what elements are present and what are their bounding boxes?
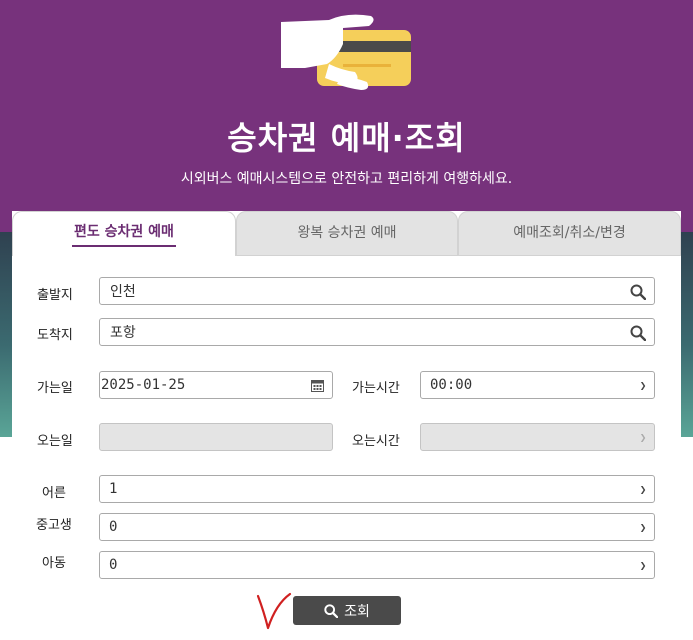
adult-count-value: 1 bbox=[109, 481, 118, 497]
departure-field[interactable] bbox=[99, 277, 655, 305]
tab-one-way[interactable]: 편도 승차권 예매 bbox=[12, 211, 236, 256]
page-title: 승차권 예매·조회 bbox=[227, 119, 466, 157]
tab-round-trip-label: 왕복 승차권 예매 bbox=[297, 224, 397, 241]
departure-label: 출발지 bbox=[37, 288, 73, 303]
child-count-value: 0 bbox=[109, 557, 118, 573]
teen-count-value: 0 bbox=[109, 519, 118, 535]
go-date-value: 2025-01-25 bbox=[101, 377, 186, 393]
tab-lookup-label: 예매조회/취소/변경 bbox=[513, 224, 626, 241]
return-date-field bbox=[99, 423, 333, 451]
return-date-label: 오는일 bbox=[37, 434, 73, 449]
go-time-value: 00:00 bbox=[430, 377, 473, 393]
arrival-field[interactable] bbox=[99, 318, 655, 346]
return-time-select: ❯ bbox=[420, 423, 655, 451]
go-date-label: 가는일 bbox=[37, 381, 73, 396]
search-icon[interactable] bbox=[630, 284, 646, 300]
booking-tabs: 편도 승차권 예매 왕복 승차권 예매 예매조회/취소/변경 bbox=[12, 211, 681, 256]
arrival-label: 도착지 bbox=[37, 328, 73, 343]
chevron-down-icon[interactable]: ❯ bbox=[632, 372, 654, 398]
chevron-down-icon[interactable]: ❯ bbox=[632, 514, 654, 540]
departure-input[interactable] bbox=[100, 278, 654, 304]
search-icon[interactable] bbox=[630, 325, 646, 341]
return-time-label: 오는시간 bbox=[352, 434, 400, 449]
red-check-annotation bbox=[256, 592, 292, 630]
go-date-field[interactable]: 2025-01-25 bbox=[99, 371, 333, 399]
tab-lookup-cancel-change[interactable]: 예매조회/취소/변경 bbox=[458, 211, 681, 256]
adult-count-select[interactable]: 1 ❯ bbox=[99, 475, 655, 503]
teen-count-select[interactable]: 0 ❯ bbox=[99, 513, 655, 541]
hand-card-icon bbox=[281, 14, 411, 90]
search-icon bbox=[324, 603, 339, 618]
arrival-input[interactable] bbox=[100, 319, 654, 345]
tab-round-trip[interactable]: 왕복 승차권 예매 bbox=[236, 211, 458, 256]
chevron-down-icon[interactable]: ❯ bbox=[632, 552, 654, 578]
search-button[interactable]: 조회 bbox=[293, 596, 401, 625]
go-time-label: 가는시간 bbox=[352, 381, 400, 396]
page-subtitle: 시외버스 예매시스템으로 안전하고 편리하게 여행하세요. bbox=[180, 171, 513, 187]
search-button-label: 조회 bbox=[344, 603, 370, 620]
child-label: 아동 bbox=[42, 556, 66, 571]
child-count-select[interactable]: 0 ❯ bbox=[99, 551, 655, 579]
calendar-icon[interactable] bbox=[311, 379, 324, 392]
chevron-down-icon: ❯ bbox=[639, 430, 647, 444]
teen-label: 중고생 bbox=[36, 518, 72, 533]
tab-one-way-label: 편도 승차권 예매 bbox=[72, 221, 176, 247]
chevron-down-icon[interactable]: ❯ bbox=[632, 476, 654, 502]
go-time-select[interactable]: 00:00 ❯ bbox=[420, 371, 655, 399]
adult-label: 어른 bbox=[42, 486, 66, 501]
